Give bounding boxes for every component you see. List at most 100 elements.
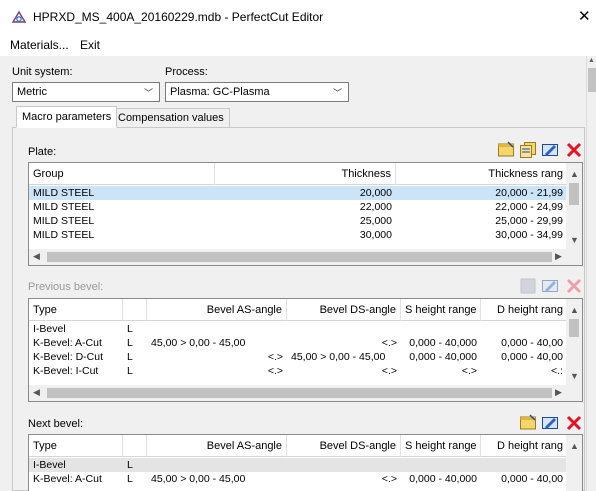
bevel-type: K-Bevel: A-Cut bbox=[33, 473, 102, 485]
edit-icon[interactable] bbox=[541, 277, 559, 295]
unit-system-select[interactable]: Metric ﹀ bbox=[12, 82, 160, 102]
bevel-as-angle bbox=[147, 458, 287, 472]
bevel-type: I-Bevel bbox=[33, 459, 66, 471]
scroll-down-icon[interactable]: ▼ bbox=[570, 235, 579, 245]
plate-row[interactable]: MILD STEEL 30,000 30,000 - 34,99 bbox=[29, 228, 567, 242]
col-group[interactable]: Group bbox=[29, 163, 215, 185]
previous-bevel-vscroll[interactable]: ▲ ▼ bbox=[566, 299, 582, 385]
col-bevel-ds-angle[interactable]: Bevel DS-angle bbox=[287, 435, 401, 457]
bevel-ds-angle: <.> bbox=[381, 337, 397, 349]
col-side[interactable] bbox=[123, 299, 147, 321]
col-type[interactable]: Type bbox=[29, 299, 123, 321]
next-bevel-row[interactable]: K-Bevel: A-Cut L 45,00 > 0,00 - 45,00 <.… bbox=[29, 472, 567, 486]
bevel-d-height: <.: bbox=[551, 365, 563, 377]
window-title: HPRXD_MS_400A_20160229.mdb - PerfectCut … bbox=[33, 10, 324, 24]
bevel-s-height: 0,000 - 40,000 bbox=[409, 351, 477, 363]
unit-system-value: Metric bbox=[17, 86, 47, 98]
bevel-as-angle bbox=[147, 322, 287, 336]
scroll-down-icon[interactable]: ▼ bbox=[570, 371, 579, 381]
plate-row[interactable]: MILD STEEL 20,000 20,000 - 21,99 bbox=[29, 186, 567, 200]
outer-scrollbar[interactable]: ▲ bbox=[586, 56, 596, 491]
open-folder-icon[interactable] bbox=[497, 141, 515, 159]
col-s-height-range[interactable]: S height range bbox=[401, 299, 481, 321]
scroll-thumb[interactable] bbox=[47, 388, 552, 398]
col-bevel-ds-angle[interactable]: Bevel DS-angle bbox=[287, 299, 401, 321]
scroll-left-icon[interactable]: ◀ bbox=[33, 251, 40, 262]
bevel-side: L bbox=[127, 365, 133, 377]
bevel-side: L bbox=[127, 459, 133, 471]
scroll-up-icon[interactable]: ▲ bbox=[570, 169, 579, 179]
scroll-right-icon[interactable]: ▶ bbox=[555, 387, 562, 398]
bevel-side: L bbox=[127, 337, 133, 349]
delete-icon[interactable] bbox=[565, 141, 583, 159]
menu-materials[interactable]: Materials... bbox=[10, 38, 69, 52]
bevel-side: L bbox=[127, 473, 133, 485]
col-s-height-range[interactable]: S height range bbox=[401, 435, 481, 457]
process-label: Process: bbox=[165, 66, 208, 78]
previous-bevel-row[interactable]: K-Bevel: D-Cut L <.> 45,00 > 0,00 - 45,0… bbox=[29, 350, 567, 364]
copy-icon[interactable] bbox=[519, 414, 537, 432]
scroll-up-icon[interactable]: ▲ bbox=[588, 57, 595, 64]
edit-icon[interactable] bbox=[541, 141, 559, 159]
previous-bevel-row[interactable]: K-Bevel: A-Cut L 45,00 > 0,00 - 45,00 <.… bbox=[29, 336, 567, 350]
plate-group: MILD STEEL bbox=[33, 229, 95, 241]
bevel-type: K-Bevel: D-Cut bbox=[33, 351, 104, 363]
bevel-as-angle: 45,00 > 0,00 - 45,00 bbox=[151, 473, 246, 485]
menu-exit[interactable]: Exit bbox=[80, 38, 100, 52]
plate-row[interactable]: MILD STEEL 22,000 22,000 - 24,99 bbox=[29, 200, 567, 214]
copy-icon[interactable] bbox=[519, 141, 537, 159]
scroll-left-icon[interactable]: ◀ bbox=[33, 387, 40, 398]
editor-window: HPRXD_MS_400A_20160229.mdb - PerfectCut … bbox=[0, 0, 596, 491]
plate-group: MILD STEEL bbox=[33, 201, 95, 213]
bevel-s-height: 0,000 - 40,000 bbox=[409, 473, 477, 485]
delete-icon[interactable] bbox=[565, 414, 583, 432]
bevel-ds-angle: 45,00 > 0,00 - 45,00 bbox=[291, 351, 386, 363]
outer-scroll-thumb[interactable] bbox=[588, 68, 596, 92]
previous-bevel-row[interactable]: I-Bevel L bbox=[29, 322, 567, 336]
scroll-up-icon[interactable]: ▲ bbox=[570, 305, 579, 315]
bevel-side: L bbox=[127, 351, 133, 363]
process-value: Plasma: GC-Plasma bbox=[170, 86, 270, 98]
previous-bevel-row[interactable]: K-Bevel: I-Cut L <.> <.> <.> <.: bbox=[29, 364, 567, 378]
bevel-s-height bbox=[401, 458, 481, 472]
plate-hscroll[interactable]: ◀ ▶ bbox=[29, 249, 582, 265]
col-bevel-as-angle[interactable]: Bevel AS-angle bbox=[147, 299, 287, 321]
col-bevel-as-angle[interactable]: Bevel AS-angle bbox=[147, 435, 287, 457]
close-button[interactable]: ✕ bbox=[578, 7, 591, 25]
col-side[interactable] bbox=[123, 435, 147, 457]
plate-thickness-range: 25,000 - 29,99 bbox=[495, 215, 563, 227]
tab-compensation-values[interactable]: Compensation values bbox=[112, 108, 230, 128]
plate-thickness: 20,000 bbox=[359, 187, 392, 199]
scroll-up-icon[interactable]: ▲ bbox=[570, 441, 579, 451]
bevel-d-height bbox=[481, 322, 567, 336]
scroll-thumb[interactable] bbox=[47, 252, 552, 262]
bevel-s-height: <.> bbox=[461, 365, 477, 377]
previous-bevel-label: Previous bevel: bbox=[28, 281, 104, 293]
bevel-d-height: 0,000 - 40,00 bbox=[501, 473, 563, 485]
scroll-thumb[interactable] bbox=[569, 183, 579, 205]
plate-row[interactable]: MILD STEEL 25,000 25,000 - 29,99 bbox=[29, 214, 567, 228]
scroll-right-icon[interactable]: ▶ bbox=[555, 251, 562, 262]
process-select[interactable]: Plasma: GC-Plasma ﹀ bbox=[165, 82, 349, 102]
title-bar: HPRXD_MS_400A_20160229.mdb - PerfectCut … bbox=[0, 0, 596, 34]
copy-icon[interactable] bbox=[519, 277, 537, 295]
col-type[interactable]: Type bbox=[29, 435, 123, 457]
tab-macro-parameters[interactable]: Macro parameters bbox=[16, 106, 118, 128]
col-d-height-range[interactable]: D height rang bbox=[481, 299, 567, 321]
bevel-s-height bbox=[401, 322, 481, 336]
col-thickness-range[interactable]: Thickness rang bbox=[396, 163, 567, 185]
menu-bar: Materials... Exit bbox=[0, 34, 596, 56]
col-d-height-range[interactable]: D height rang bbox=[481, 435, 567, 457]
edit-icon[interactable] bbox=[541, 414, 559, 432]
previous-bevel-hscroll[interactable]: ◀ ▶ bbox=[29, 385, 582, 401]
plate-vscroll[interactable]: ▲ ▼ bbox=[566, 163, 582, 249]
bevel-s-height: 0,000 - 40,000 bbox=[409, 337, 477, 349]
col-thickness[interactable]: Thickness bbox=[215, 163, 396, 185]
delete-icon[interactable] bbox=[565, 277, 583, 295]
next-bevel-vscroll[interactable]: ▲ bbox=[566, 435, 582, 491]
bevel-ds-angle: <.> bbox=[381, 473, 397, 485]
bevel-d-height: 0,000 - 40,00 bbox=[501, 337, 563, 349]
scroll-thumb[interactable] bbox=[569, 319, 579, 337]
next-bevel-row[interactable]: I-Bevel L bbox=[29, 458, 567, 472]
chevron-down-icon: ﹀ bbox=[332, 88, 342, 98]
